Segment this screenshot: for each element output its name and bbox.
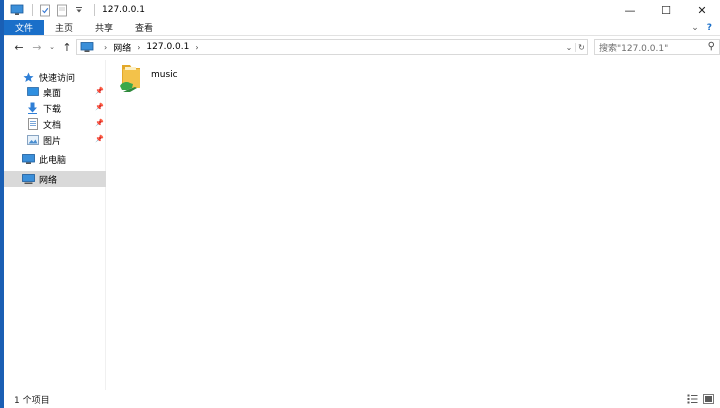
new-folder-icon[interactable] [55, 3, 69, 17]
pin-icon[interactable]: 📌 [95, 119, 104, 127]
item-count: 1 个项目 [14, 395, 50, 406]
pin-icon[interactable]: 📌 [95, 87, 104, 95]
breadcrumb-host[interactable]: 127.0.0.1 [146, 42, 189, 52]
ribbon-tools: ⌄ ? [691, 20, 720, 35]
star-icon [22, 71, 35, 84]
toolbar-divider [32, 4, 33, 16]
sidebar-item-label: 桌面 [43, 88, 62, 99]
network-icon [22, 173, 35, 186]
tab-share[interactable]: 共享 [84, 20, 124, 35]
window-controls: — ☐ ✕ [612, 0, 720, 20]
file-list: music [107, 60, 720, 390]
recent-locations-button[interactable]: ⌄ [46, 38, 58, 56]
minimize-button[interactable]: — [612, 0, 648, 20]
navigation-bar: ← → ⌄ ↑ › 网络 › 127.0.0.1 › ⌄ ↻ 搜索"127.0.… [4, 36, 720, 58]
list-item[interactable]: music [119, 62, 199, 98]
customize-toolbar-icon[interactable] [72, 3, 86, 17]
details-view-icon[interactable] [687, 393, 698, 404]
sidebar-item-network[interactable]: 网络 [4, 171, 106, 187]
large-icons-view-icon[interactable] [703, 393, 714, 404]
sidebar-item-label: 文档 [43, 120, 62, 131]
sidebar-item-label: 此电脑 [39, 155, 67, 166]
pin-icon[interactable]: 📌 [95, 135, 104, 143]
search-box[interactable]: 搜索"127.0.0.1" ⚲ [594, 39, 720, 55]
sidebar-item-quick-access[interactable]: 快速访问 [4, 69, 106, 85]
breadcrumb-separator[interactable]: › [195, 43, 198, 52]
sidebar-item-documents[interactable]: 文档 📌 [4, 116, 106, 132]
sidebar-item-this-pc[interactable]: 此电脑 [4, 151, 106, 167]
title-bar: 127.0.0.1 — ☐ ✕ [4, 0, 720, 20]
breadcrumb-separator[interactable]: › [104, 43, 107, 52]
refresh-button[interactable]: ↻ [575, 42, 587, 52]
close-button[interactable]: ✕ [684, 0, 720, 20]
shared-folder-icon [119, 62, 145, 97]
file-name: music [151, 70, 178, 80]
navigation-pane: 快速访问 桌面 📌 下载 📌 文档 📌 图片 📌 此电脑 网络 [4, 60, 106, 390]
picture-icon [26, 134, 39, 147]
tab-view[interactable]: 查看 [124, 20, 164, 35]
breadcrumb-separator[interactable]: › [137, 43, 140, 52]
tab-file[interactable]: 文件 [4, 20, 45, 35]
desktop-icon [26, 86, 39, 99]
sidebar-item-pictures[interactable]: 图片 📌 [4, 132, 106, 148]
sidebar-item-label: 图片 [43, 136, 62, 147]
network-icon [80, 41, 94, 53]
pin-icon[interactable]: 📌 [95, 103, 104, 111]
download-icon [26, 102, 39, 115]
ribbon-tabs: 文件 主页 共享 查看 ⌄ ? [4, 20, 720, 36]
sidebar-item-desktop[interactable]: 桌面 📌 [4, 84, 106, 100]
search-icon: ⚲ [707, 41, 715, 52]
maximize-button[interactable]: ☐ [648, 0, 684, 20]
breadcrumb-network[interactable]: 网络 [113, 41, 131, 54]
back-button[interactable]: ← [10, 38, 28, 56]
computer-icon [22, 153, 35, 166]
tab-home[interactable]: 主页 [44, 20, 84, 35]
search-input[interactable]: 搜索"127.0.0.1" [599, 41, 668, 54]
sidebar-item-label: 网络 [39, 175, 58, 186]
toolbar-divider [94, 4, 95, 16]
address-dropdown-button[interactable]: ⌄ [563, 43, 575, 52]
address-bar[interactable]: › 网络 › 127.0.0.1 › ⌄ ↻ [76, 39, 588, 55]
window-title: 127.0.0.1 [102, 5, 145, 15]
expand-ribbon-icon[interactable]: ⌄ [691, 23, 699, 33]
computer-icon[interactable] [10, 3, 24, 17]
sidebar-item-label: 下载 [43, 104, 62, 115]
sidebar-item-downloads[interactable]: 下载 📌 [4, 100, 106, 116]
up-button[interactable]: ↑ [58, 38, 76, 56]
quick-access-toolbar: 127.0.0.1 [4, 0, 145, 20]
help-icon[interactable]: ? [707, 23, 712, 33]
view-switcher [687, 393, 714, 404]
forward-button[interactable]: → [28, 38, 46, 56]
properties-icon[interactable] [38, 3, 52, 17]
explorer-window: 127.0.0.1 — ☐ ✕ 文件 主页 共享 查看 ⌄ ? ← → ⌄ ↑ … [0, 0, 720, 408]
status-bar: 1 个项目 [4, 390, 720, 408]
document-icon [26, 118, 39, 131]
sidebar-item-label: 快速访问 [39, 73, 76, 84]
